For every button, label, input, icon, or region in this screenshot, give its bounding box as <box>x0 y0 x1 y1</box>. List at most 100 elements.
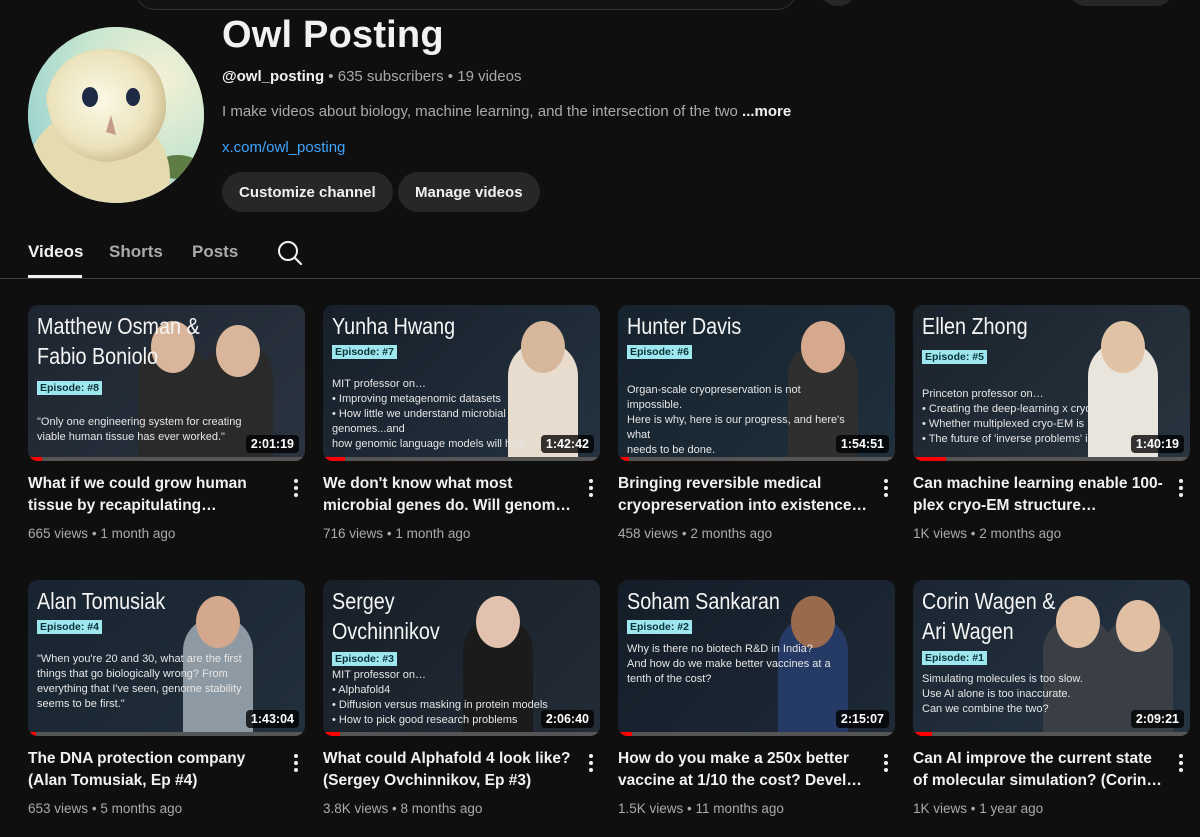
meta-separator: • <box>386 526 392 541</box>
video-card[interactable]: Matthew Osman & Fabio Boniolo Episode: #… <box>28 305 305 541</box>
watch-progress-fill <box>323 732 340 736</box>
video-card[interactable]: Alan Tomusiak Episode: #4 "When you're 2… <box>28 580 305 816</box>
thumbnail-guest-name: Ellen Zhong <box>922 313 1028 339</box>
episode-tag: Episode: #1 <box>922 651 987 665</box>
video-title[interactable]: Can AI improve the current state of mole… <box>913 748 1165 792</box>
video-meta: 665 views • 1 month ago <box>28 526 175 541</box>
video-title[interactable]: We don't know what most microbial genes … <box>323 473 575 517</box>
video-title[interactable]: Can machine learning enable 100-plex cry… <box>913 473 1165 517</box>
video-thumbnail[interactable]: Sergey Ovchinnikov Episode: #3 MIT profe… <box>323 580 600 736</box>
upload-age: 8 months ago <box>400 801 483 816</box>
video-card[interactable]: Corin Wagen & Ari Wagen Episode: #1 Simu… <box>913 580 1190 816</box>
upload-age: 1 month ago <box>100 526 176 541</box>
channel-name: Owl Posting <box>222 14 444 56</box>
subscriber-count: 635 subscribers <box>337 68 444 85</box>
thumbnail-text: Princeton professor on… • Creating the d… <box>922 388 1135 445</box>
video-duration: 2:06:40 <box>540 710 594 728</box>
channel-tabs: Videos Shorts Posts <box>0 230 1200 279</box>
more-options-icon[interactable] <box>287 752 305 774</box>
video-thumbnail[interactable]: Matthew Osman & Fabio Boniolo Episode: #… <box>28 305 305 461</box>
more-options-icon[interactable] <box>582 477 600 499</box>
tab-posts[interactable]: Posts <box>192 242 238 262</box>
thumbnail-guest-name: Alan Tomusiak <box>37 588 166 614</box>
meta-separator: • <box>91 801 97 816</box>
watch-progress-bar <box>28 457 305 461</box>
channel-handle: @owl_posting <box>222 68 325 85</box>
thumbnail-text: "Only one engineering system for creatin… <box>37 416 242 443</box>
search-icon[interactable] <box>276 239 304 267</box>
video-duration: 1:42:42 <box>540 435 594 453</box>
customize-channel-button[interactable]: Customize channel <box>222 172 393 212</box>
more-options-icon[interactable] <box>877 752 895 774</box>
video-thumbnail[interactable]: Alan Tomusiak Episode: #4 "When you're 2… <box>28 580 305 736</box>
meta-separator: • <box>392 801 397 816</box>
more-options-icon[interactable] <box>287 477 305 499</box>
more-options-icon[interactable] <box>582 752 600 774</box>
meta-separator: • <box>447 68 454 85</box>
active-tab-indicator <box>28 275 82 278</box>
episode-tag: Episode: #7 <box>332 345 397 359</box>
view-count: 1K views <box>913 801 968 816</box>
video-title[interactable]: Bringing reversible medical cryopreserva… <box>618 473 870 517</box>
video-thumbnail[interactable]: Hunter Davis Episode: #6 Organ-scale cry… <box>618 305 895 461</box>
video-title[interactable]: What could Alphafold 4 look like? (Serge… <box>323 748 575 792</box>
channel-link[interactable]: x.com/owl_posting <box>222 139 345 156</box>
channel-description[interactable]: I make videos about biology, machine lea… <box>222 103 791 120</box>
watch-progress-bar <box>28 732 305 736</box>
video-meta: 3.8K views • 8 months ago <box>323 801 482 816</box>
view-count: 458 views <box>618 526 679 541</box>
thumbnail-guest-name: Soham Sankaran <box>627 588 780 614</box>
video-card[interactable]: Hunter Davis Episode: #6 Organ-scale cry… <box>618 305 895 541</box>
more-options-icon[interactable] <box>1172 477 1190 499</box>
meta-separator: • <box>681 526 687 541</box>
manage-videos-button[interactable]: Manage videos <box>398 172 540 212</box>
watch-progress-bar <box>323 732 600 736</box>
view-count: 3.8K views <box>323 801 389 816</box>
video-duration: 1:40:19 <box>1130 435 1184 453</box>
meta-separator: • <box>328 68 334 85</box>
watch-progress-fill <box>28 457 42 461</box>
more-link[interactable]: ...more <box>742 103 791 120</box>
video-thumbnail[interactable]: Yunha Hwang Episode: #7 MIT professor on… <box>323 305 600 461</box>
video-title[interactable]: How do you make a 250x better vaccine at… <box>618 748 870 792</box>
video-thumbnail[interactable]: Corin Wagen & Ari Wagen Episode: #1 Simu… <box>913 580 1190 736</box>
video-meta: 1K views • 2 months ago <box>913 526 1061 541</box>
video-meta: 1.5K views • 11 months ago <box>618 801 784 816</box>
search-bar[interactable] <box>135 0 797 10</box>
video-card[interactable]: Ellen Zhong Episode: #5 Princeton profes… <box>913 305 1190 541</box>
video-card[interactable]: Yunha Hwang Episode: #7 MIT professor on… <box>323 305 600 541</box>
upload-age: 2 months ago <box>690 526 773 541</box>
video-card[interactable]: Sergey Ovchinnikov Episode: #3 MIT profe… <box>323 580 600 816</box>
episode-tag: Episode: #2 <box>627 620 692 634</box>
video-meta: 1K views • 1 year ago <box>913 801 1043 816</box>
header-button[interactable] <box>1068 0 1174 6</box>
tab-shorts[interactable]: Shorts <box>109 242 163 262</box>
voice-search-button[interactable] <box>818 0 858 6</box>
thumbnail-text: "When you're 20 and 30, what are the fir… <box>37 653 242 710</box>
video-duration: 2:09:21 <box>1130 710 1184 728</box>
meta-separator: • <box>970 801 976 816</box>
thumbnail-text: Organ-scale cryopreservation is not impo… <box>627 384 845 456</box>
episode-tag: Episode: #6 <box>627 345 692 359</box>
watch-progress-bar <box>323 457 600 461</box>
more-options-icon[interactable] <box>1172 752 1190 774</box>
view-count: 1K views <box>913 526 968 541</box>
watch-progress-fill <box>913 457 947 461</box>
watch-progress-fill <box>618 457 630 461</box>
video-thumbnail[interactable]: Ellen Zhong Episode: #5 Princeton profes… <box>913 305 1190 461</box>
watch-progress-bar <box>913 732 1190 736</box>
upload-age: 5 months ago <box>100 801 183 816</box>
video-meta: 653 views • 5 months ago <box>28 801 182 816</box>
video-thumbnail[interactable]: Soham Sankaran Episode: #2 Why is there … <box>618 580 895 736</box>
more-options-icon[interactable] <box>877 477 895 499</box>
meta-separator: • <box>687 801 692 816</box>
video-title[interactable]: The DNA protection company (Alan Tomusia… <box>28 748 280 792</box>
thumbnail-guest-name: Sergey Ovchinnikov <box>332 588 440 644</box>
watch-progress-fill <box>323 457 346 461</box>
tab-videos[interactable]: Videos <box>28 242 83 262</box>
description-text: I make videos about biology, machine lea… <box>222 103 738 120</box>
video-title[interactable]: What if we could grow human tissue by re… <box>28 473 280 517</box>
video-card[interactable]: Soham Sankaran Episode: #2 Why is there … <box>618 580 895 816</box>
upload-age: 1 month ago <box>395 526 471 541</box>
view-count: 653 views <box>28 801 89 816</box>
